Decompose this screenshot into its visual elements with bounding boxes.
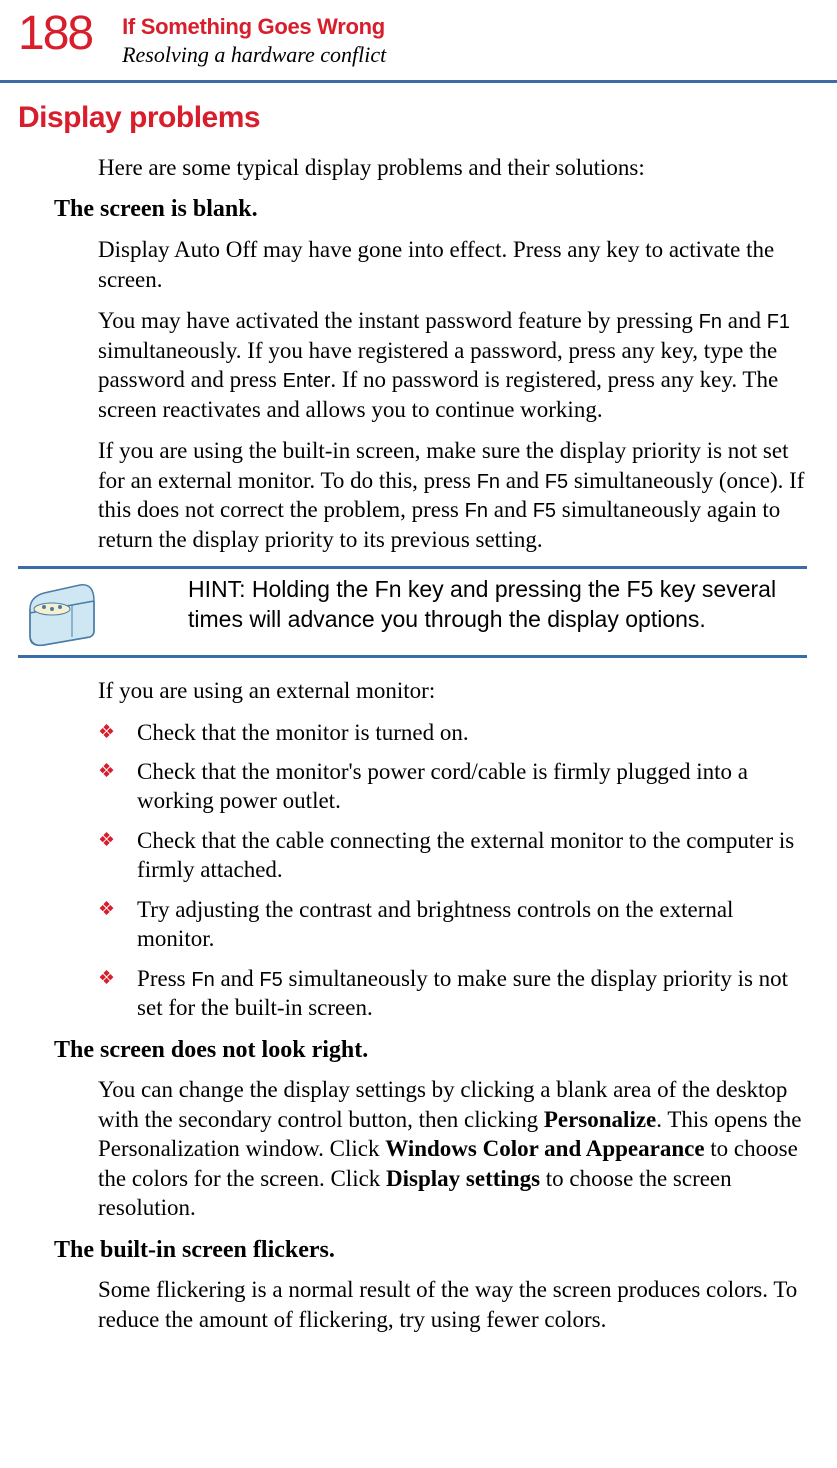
blank-explain-password: You may have activated the instant passw… [98,306,807,424]
hint-callout: HINT: Holding the Fn key and pressing th… [18,566,807,658]
diamond-bullet-icon: ❖ [98,829,115,852]
header-titles: If Something Goes Wrong Resolving a hard… [122,10,386,68]
list-item: ❖ Press Fn and F5 simultaneously to make … [98,964,807,1023]
question-flickers: The built-in screen flickers. [54,1235,807,1266]
page-header: 188 If Something Goes Wrong Resolving a … [0,0,837,83]
list-item: ❖ Check that the cable connecting the ext… [98,826,807,885]
page-number: 188 [18,10,92,58]
bullet-text: Try adjusting the contrast and brightnes… [137,895,807,954]
list-item: ❖ Try adjusting the contrast and brightne… [98,895,807,954]
external-monitor-intro: If you are using an external monitor: [98,676,807,705]
bullet-text: Press Fn and F5 simultaneously to make s… [137,964,807,1023]
diamond-bullet-icon: ❖ [98,898,115,921]
intro-text: Here are some typical display problems a… [98,153,807,182]
bullet-text: Check that the monitor is turned on. [137,718,469,747]
chapter-title: If Something Goes Wrong [122,14,386,40]
bullet-text: Check that the monitor's power cord/cabl… [137,757,807,816]
list-item: ❖ Check that the monitor's power cord/cab… [98,757,807,816]
list-item: ❖ Check that the monitor is turned on. [98,718,807,747]
hint-text: HINT: Holding the Fn key and pressing th… [188,575,807,634]
external-monitor-list: ❖ Check that the monitor is turned on. ❖ C… [98,718,807,1023]
bullet-text: Check that the cable connecting the exte… [137,826,807,885]
treasure-chest-icon [22,579,102,649]
not-right-explain: You can change the display settings by c… [98,1075,807,1222]
question-blank-screen: The screen is blank. [54,194,807,225]
section-subtitle: Resolving a hardware conflict [122,42,386,68]
blank-explain-priority: If you are using the built-in screen, ma… [98,436,807,554]
blank-explain-autooff: Display Auto Off may have gone into effe… [98,235,807,294]
question-not-right: The screen does not look right. [54,1035,807,1066]
section-heading: Display problems [18,101,807,135]
diamond-bullet-icon: ❖ [98,760,115,783]
flicker-explain: Some flickering is a normal result of th… [98,1275,807,1334]
diamond-bullet-icon: ❖ [98,967,115,990]
page-content: Display problems Here are some typical d… [0,83,837,1352]
diamond-bullet-icon: ❖ [98,721,115,744]
hint-icon-wrap [18,575,188,649]
